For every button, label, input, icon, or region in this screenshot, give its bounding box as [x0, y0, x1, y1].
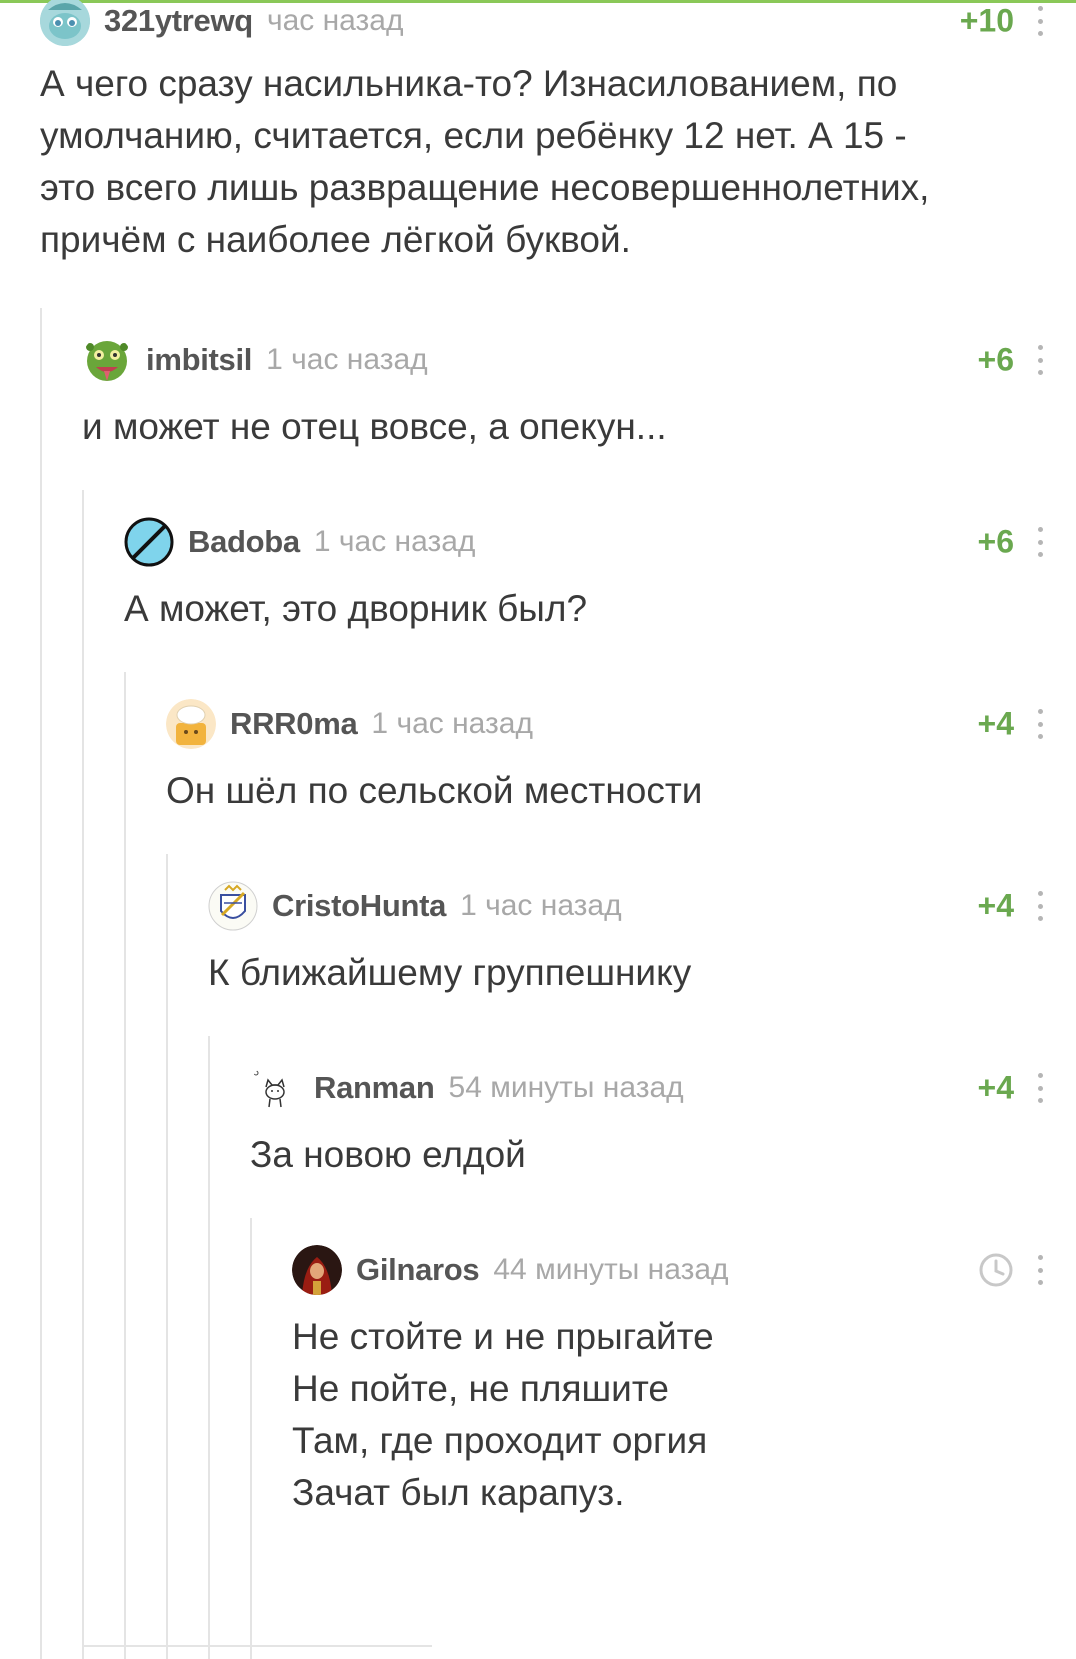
comment-text: А чего сразу насильника-то? Изнасиловани…	[40, 58, 1036, 266]
comment-header: imbitsil 1 час назад +6	[82, 333, 1043, 387]
comment: Ranman 54 минуты назад +4 За новою елдой	[250, 1061, 1043, 1181]
rating-value: +4	[977, 705, 1014, 742]
clock-icon	[979, 1253, 1013, 1287]
comment-line: К ближайшему группешнику	[208, 952, 692, 993]
thread-line-2[interactable]	[82, 490, 84, 1659]
comment-header: Badoba 1 час назад +6	[124, 515, 1043, 569]
comment-line: Зачат был карапуз.	[292, 1472, 625, 1513]
comment-line: А может, это дворник был?	[124, 588, 588, 629]
rating-value: +6	[977, 523, 1014, 560]
comment-text: Не стойте и не прыгайте Не пойте, не пля…	[292, 1311, 1036, 1519]
comment-line: и может не отец вовсе, а опекун...	[82, 406, 667, 447]
comment-line: Там, где проходит оргия	[292, 1420, 708, 1461]
comment-text: и может не отец вовсе, а опекун...	[82, 401, 1036, 453]
comment-line: Он шёл по сельской местности	[166, 770, 703, 811]
comment-time: 44 минуты назад	[493, 1253, 729, 1286]
comment-line: За новою елдой	[250, 1134, 526, 1175]
comment: 321ytrewq час назад +10 А чего сразу нас…	[40, 0, 1043, 266]
comment-text: Он шёл по сельской местности	[166, 765, 1036, 817]
comment-line: причём с наиболее лёгкой буквой.	[40, 219, 631, 260]
green-monster-avatar-icon[interactable]	[82, 335, 132, 385]
thread-line-1[interactable]	[40, 308, 42, 1659]
comment-time: 1 час назад	[371, 707, 533, 740]
comment-time: час назад	[266, 4, 404, 37]
author-name[interactable]: Gilnaros	[356, 1252, 480, 1288]
comment-line: А чего сразу насильника-то? Изнасиловани…	[40, 63, 898, 104]
author-name[interactable]: 321ytrewq	[104, 3, 253, 39]
rating-value: +10	[959, 2, 1014, 39]
comment-line: это всего лишь развращение несовершеннол…	[40, 167, 930, 208]
author-name[interactable]: CristoHunta	[272, 888, 446, 924]
comment-header: Gilnaros 44 минуты назад	[292, 1243, 1043, 1297]
comment: CristoHunta 1 час назад +4 К ближайшему …	[208, 879, 1043, 999]
thread-line-5[interactable]	[208, 1036, 210, 1659]
rating-value: +4	[977, 1069, 1014, 1106]
comment-time: 54 минуты назад	[448, 1071, 684, 1104]
rating-value: +4	[977, 887, 1014, 924]
more-options-icon[interactable]	[1030, 709, 1050, 739]
comment: Badoba 1 час назад +6 А может, это дворн…	[124, 515, 1043, 635]
pony-avatar-icon[interactable]	[40, 0, 90, 46]
comment: RRR0ma 1 час назад +4 Он шёл по сельской…	[166, 697, 1043, 817]
crossed-circle-avatar-icon[interactable]	[124, 517, 174, 567]
thread-line-4[interactable]	[166, 854, 168, 1659]
comment-line: умолчанию, считается, если ребёнку 12 не…	[40, 115, 907, 156]
chef-avatar-icon[interactable]	[166, 699, 216, 749]
comment-time: 1 час назад	[266, 343, 428, 376]
more-options-icon[interactable]	[1030, 1255, 1050, 1285]
comment: Gilnaros 44 минуты назад Не стойте и не …	[292, 1243, 1043, 1519]
more-options-icon[interactable]	[1030, 345, 1050, 375]
comment-header: 321ytrewq час назад +10	[40, 0, 1043, 48]
thread-end-line	[82, 1645, 432, 1647]
comment-line: Не стойте и не прыгайте	[292, 1316, 714, 1357]
thread-line-3[interactable]	[124, 672, 126, 1659]
author-name[interactable]: imbitsil	[146, 342, 252, 378]
comment-header: Ranman 54 минуты назад +4	[250, 1061, 1043, 1115]
comment-line: Не пойте, не пляшите	[292, 1368, 669, 1409]
author-name[interactable]: Ranman	[314, 1070, 435, 1106]
more-options-icon[interactable]	[1030, 891, 1050, 921]
comment: imbitsil 1 час назад +6 и может не отец …	[82, 333, 1043, 453]
more-options-icon[interactable]	[1030, 1073, 1050, 1103]
red-hooded-figure-avatar-icon[interactable]	[292, 1245, 342, 1295]
comment-header: CristoHunta 1 час назад +4	[208, 879, 1043, 933]
cat-sketch-avatar-icon[interactable]	[250, 1063, 300, 1113]
more-options-icon[interactable]	[1030, 527, 1050, 557]
comment-header: RRR0ma 1 час назад +4	[166, 697, 1043, 751]
rating-value: +6	[977, 341, 1014, 378]
comment-time: 1 час назад	[313, 525, 476, 558]
comment-text: За новою елдой	[250, 1129, 1036, 1181]
author-name[interactable]: RRR0ma	[230, 706, 358, 742]
comment-time: 1 час назад	[460, 889, 622, 922]
author-name[interactable]: Badoba	[188, 524, 300, 560]
more-options-icon[interactable]	[1030, 6, 1050, 36]
comment-text: А может, это дворник был?	[124, 583, 1036, 635]
crest-avatar-icon[interactable]	[208, 881, 258, 931]
thread-line-6[interactable]	[250, 1218, 252, 1659]
comment-text: К ближайшему группешнику	[208, 947, 1036, 999]
